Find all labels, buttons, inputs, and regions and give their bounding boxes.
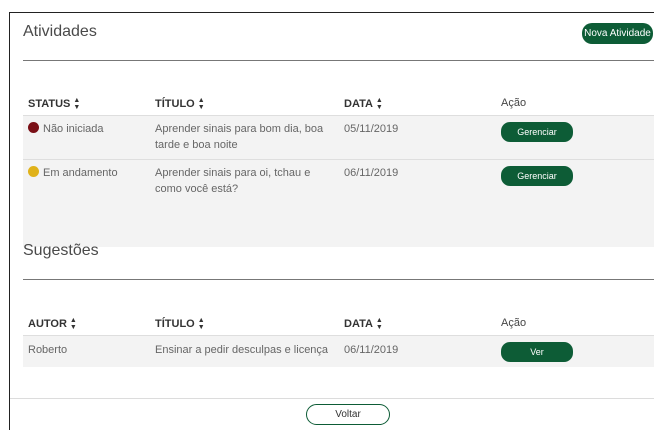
activities-title: Atividades xyxy=(23,23,97,40)
suggestions-table-header: AUTOR ▲ ▼ TÍTULO ▲ ▼ DATA ▲ ▼ Ação xyxy=(23,311,654,335)
col-status-header[interactable]: STATUS ▲ ▼ xyxy=(28,97,80,111)
suggestion-title: Ensinar a pedir desculpas e licença xyxy=(155,344,329,356)
col-author-label: AUTOR xyxy=(28,317,67,330)
status-label: Não iniciada xyxy=(43,123,104,135)
activity-date: 05/11/2019 xyxy=(344,123,399,135)
status-cell: Não iniciada xyxy=(28,121,104,137)
sort-icon[interactable]: ▲ ▼ xyxy=(73,97,80,111)
suggestions-divider xyxy=(23,279,654,280)
sort-icon[interactable]: ▲ ▼ xyxy=(70,317,77,331)
table-row: Não iniciada Aprender sinais para bom di… xyxy=(23,115,654,159)
status-cell: Em andamento xyxy=(28,165,118,181)
sort-icon[interactable]: ▲ ▼ xyxy=(198,97,205,111)
suggestion-date: 06/11/2019 xyxy=(344,344,399,356)
view-button[interactable]: Ver xyxy=(501,342,573,362)
status-dot-icon xyxy=(28,166,39,177)
col-title-header[interactable]: TÍTULO ▲ ▼ xyxy=(155,97,205,111)
col-date-header[interactable]: DATA ▲ ▼ xyxy=(344,97,383,111)
table-row: Em andamento Aprender sinais para oi, tc… xyxy=(23,159,654,203)
manage-button[interactable]: Gerenciar xyxy=(501,166,573,186)
status-dot-icon xyxy=(28,122,39,133)
sort-icon[interactable]: ▲ ▼ xyxy=(376,317,383,331)
col-title-header[interactable]: TÍTULO ▲ ▼ xyxy=(155,317,205,331)
suggestions-title: Sugestões xyxy=(23,242,99,259)
sort-icon[interactable]: ▲ ▼ xyxy=(198,317,205,331)
suggestions-table: AUTOR ▲ ▼ TÍTULO ▲ ▼ DATA ▲ ▼ Ação Roberto Ens… xyxy=(23,311,654,367)
col-status-label: STATUS xyxy=(28,97,71,110)
col-action-header: Ação xyxy=(501,317,527,329)
activities-table-header: STATUS ▲ ▼ TÍTULO ▲ ▼ DATA ▲ ▼ Ação xyxy=(23,91,654,115)
col-author-header[interactable]: AUTOR ▲ ▼ xyxy=(28,317,77,331)
status-label: Em andamento xyxy=(43,167,118,179)
activity-title: Aprender sinais para oi, tchau e como vo… xyxy=(155,167,311,195)
manage-button[interactable]: Gerenciar xyxy=(501,122,573,142)
activities-divider xyxy=(23,60,654,61)
back-button[interactable]: Voltar xyxy=(306,404,390,425)
col-title-label: TÍTULO xyxy=(155,317,195,330)
footer-divider xyxy=(10,398,654,399)
new-activity-button[interactable]: Nova Atividade xyxy=(582,23,653,44)
activity-title: Aprender sinais para bom dia, boa tarde … xyxy=(155,123,324,151)
col-date-label: DATA xyxy=(344,97,373,110)
sort-icon[interactable]: ▲ ▼ xyxy=(376,97,383,111)
col-title-label: TÍTULO xyxy=(155,97,195,110)
activities-table: STATUS ▲ ▼ TÍTULO ▲ ▼ DATA ▲ ▼ Ação Não inicia… xyxy=(23,91,654,247)
col-date-header[interactable]: DATA ▲ ▼ xyxy=(344,317,383,331)
col-action-header: Ação xyxy=(501,97,527,109)
author-name: Roberto xyxy=(28,344,68,356)
activity-date: 06/11/2019 xyxy=(344,167,399,179)
table-row: Roberto Ensinar a pedir desculpas e lice… xyxy=(23,335,654,367)
table-filler xyxy=(23,203,654,247)
col-date-label: DATA xyxy=(344,317,373,330)
main-panel: Atividades Nova Atividade STATUS ▲ ▼ TÍTUL… xyxy=(9,12,654,430)
